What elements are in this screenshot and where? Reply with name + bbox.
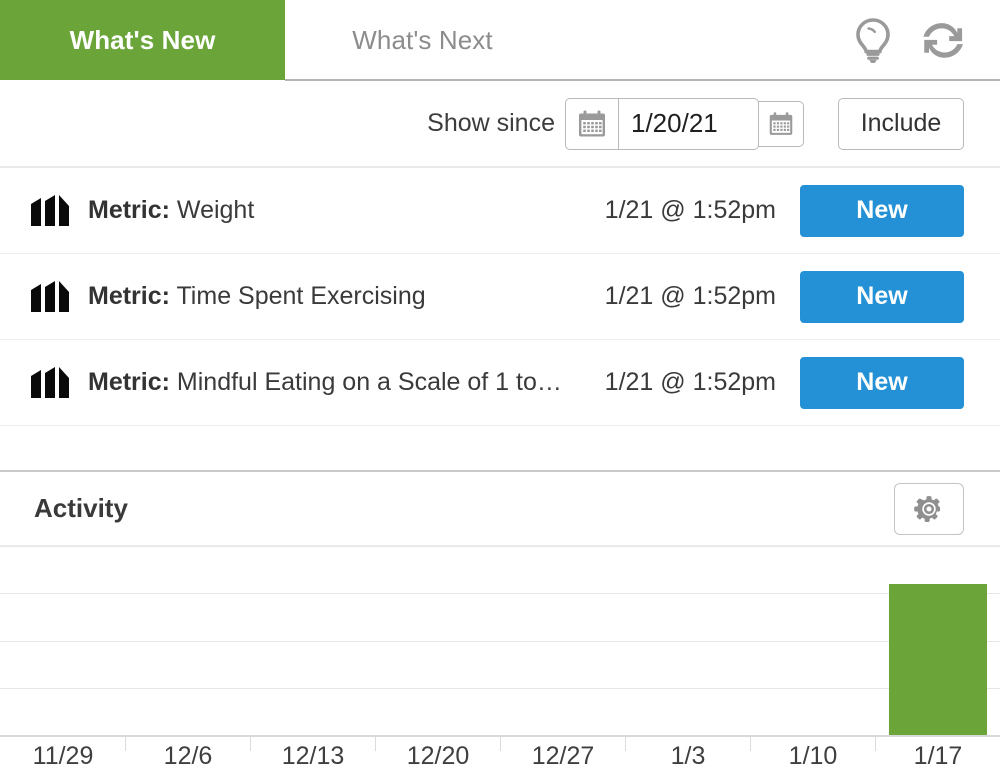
calendar-icon <box>769 111 793 135</box>
bar-chart-icon <box>30 194 76 228</box>
chart-x-label: 1/17 <box>913 742 963 770</box>
row-timestamp: 1/21 @ 1:52pm <box>604 368 776 396</box>
chart-gridline <box>0 641 1000 642</box>
table-row[interactable]: Metric: Time Spent Exercising 1/21 @ 1:5… <box>0 254 1000 340</box>
metric-title: Mindful Eating on a Scale of 1 to… <box>176 368 562 396</box>
calendar-icon <box>579 110 605 136</box>
refresh-icon[interactable] <box>922 17 968 63</box>
activity-header: Activity <box>0 472 1000 546</box>
metric-prefix: Metric: <box>88 368 170 396</box>
page-title: Activity <box>34 493 128 523</box>
metric-title: Weight <box>176 196 255 224</box>
row-timestamp: 1/21 @ 1:52pm <box>604 196 776 224</box>
metric-label: Metric: Time Spent Exercising <box>88 282 605 311</box>
lightbulb-icon[interactable] <box>850 17 896 63</box>
chart-x-label: 12/27 <box>531 742 595 770</box>
chart-x-label: 12/13 <box>281 742 345 770</box>
tab-spacer <box>560 0 850 81</box>
metric-label: Metric: Mindful Eating on a Scale of 1 t… <box>88 368 605 397</box>
metric-prefix: Metric: <box>88 196 170 224</box>
tab-whats-next[interactable]: What's Next <box>285 0 560 80</box>
whats-new-list: Metric: Weight 1/21 @ 1:52pm New Metric:… <box>0 168 1000 426</box>
include-button[interactable]: Include <box>838 97 964 150</box>
chart-x-label: 1/10 <box>788 742 838 770</box>
section-divider <box>0 426 1000 472</box>
tab-whats-new[interactable]: What's New <box>0 0 285 80</box>
status-badge-new[interactable]: New <box>800 356 964 409</box>
chart-plot-area <box>0 546 1000 737</box>
activity-settings-button[interactable] <box>894 482 964 535</box>
row-timestamp: 1/21 @ 1:52pm <box>604 282 776 310</box>
chart-gridline <box>0 688 1000 689</box>
chart-x-labels: 11/29 12/6 12/13 12/20 12/27 1/3 1/10 1/17 <box>0 742 1000 779</box>
chart-x-label: 12/20 <box>406 742 470 770</box>
chart-x-label: 12/6 <box>163 742 213 770</box>
whats-new-panel: What's New What's Next Show since 1/20/2… <box>0 0 1000 784</box>
filter-bar: Show since 1/20/21 Include <box>0 81 1000 168</box>
table-row[interactable]: Metric: Mindful Eating on a Scale of 1 t… <box>0 340 1000 426</box>
tab-bar: What's New What's Next <box>0 0 1000 81</box>
show-since-label: Show since <box>427 109 555 137</box>
chart-gridline <box>0 546 1000 547</box>
metric-prefix: Metric: <box>88 282 170 310</box>
bar-chart-icon <box>30 280 76 314</box>
gear-icon <box>914 495 941 522</box>
date-input-group <box>565 97 804 150</box>
chart-bar[interactable] <box>889 584 987 735</box>
chart-x-label: 11/29 <box>32 742 94 770</box>
status-badge-new[interactable]: New <box>800 184 964 237</box>
chart-x-label: 1/3 <box>670 742 706 770</box>
table-row[interactable]: Metric: Weight 1/21 @ 1:52pm New <box>0 168 1000 254</box>
bar-chart-icon <box>30 366 76 400</box>
header-icon-group <box>850 0 1000 80</box>
chart-gridline <box>0 593 1000 594</box>
metric-label: Metric: Weight <box>88 196 605 225</box>
activity-chart: 11/29 12/6 12/13 12/20 12/27 1/3 1/10 1/17 <box>0 546 1000 779</box>
show-since-date-input[interactable] <box>619 97 759 150</box>
status-badge-new[interactable]: New <box>800 270 964 323</box>
metric-title: Time Spent Exercising <box>176 282 426 310</box>
calendar-icon-button-left[interactable] <box>565 97 619 150</box>
calendar-icon-button-right[interactable] <box>758 100 804 147</box>
